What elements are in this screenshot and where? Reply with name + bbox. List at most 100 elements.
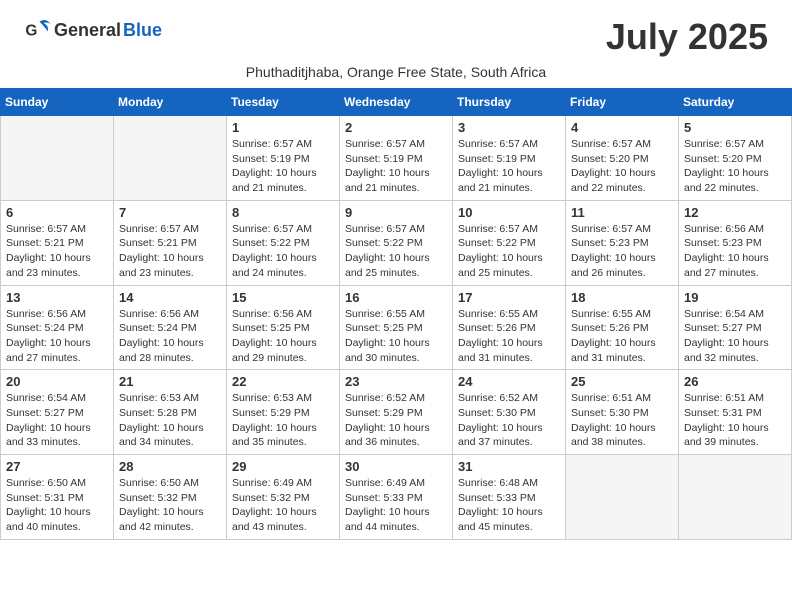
daylight-text: Daylight: 10 hours and 23 minutes. [6,251,108,280]
sunset-text: Sunset: 5:22 PM [345,236,447,251]
calendar-day-cell: 21 Sunrise: 6:53 AMSunset: 5:28 PMDayligh… [114,370,227,455]
sunrise-text: Sunrise: 6:56 AM [232,307,334,322]
daylight-text: Daylight: 10 hours and 32 minutes. [684,336,786,365]
weekday-header-row: SundayMondayTuesdayWednesdayThursdayFrid… [1,89,792,116]
calendar-day-cell: 13Sunrise: 6:56 AMSunset: 5:24 PMDayligh… [1,285,114,370]
day-number: 15 [232,290,334,305]
daylight-text: Daylight: 10 hours and 22 minutes. [571,166,673,195]
sunrise-text: Sunrise: 6:54 AM [684,307,786,322]
sunrise-text: Sunrise: 6:57 AM [119,222,221,237]
day-number: 28 [119,459,221,474]
sunrise-text: Sunrise: 6:56 AM [119,307,221,322]
daylight-text: Daylight: 10 hours and 35 minutes. [232,421,334,450]
sunrise-text: Sunrise: 6:55 AM [458,307,560,322]
sunset-text: Sunset: 5:21 PM [6,236,108,251]
sunrise-text: Sunrise: 6:51 AM [571,391,673,406]
daylight-text: Daylight: 10 hours and 27 minutes. [684,251,786,280]
daylight-text: Daylight: 10 hours and 44 minutes. [345,505,447,534]
sunset-text: Sunset: 5:32 PM [232,491,334,506]
logo-text: G GeneralBlue [24,16,162,44]
sunset-text: Sunset: 5:32 PM [119,491,221,506]
page-header: G GeneralBlue July 2025 [0,0,792,62]
calendar-day-cell [114,116,227,201]
calendar-day-cell: 26Sunrise: 6:51 AMSunset: 5:31 PMDayligh… [679,370,792,455]
daylight-text: Daylight: 10 hours and 24 minutes. [232,251,334,280]
sunset-text: Sunset: 5:23 PM [684,236,786,251]
day-number: 2 [345,120,447,135]
day-number: 25 [571,374,673,389]
day-number: 6 [6,205,108,220]
calendar-week-row: 13Sunrise: 6:56 AMSunset: 5:24 PMDayligh… [1,285,792,370]
daylight-text: Daylight: 10 hours and 34 minutes. [119,421,221,450]
calendar-day-cell: 10Sunrise: 6:57 AMSunset: 5:22 PMDayligh… [453,200,566,285]
daylight-text: Daylight: 10 hours and 26 minutes. [571,251,673,280]
day-info: Sunrise: 6:55 AMSunset: 5:26 PMDaylight:… [571,307,673,366]
sunset-text: Sunset: 5:30 PM [458,406,560,421]
day-number: 16 [345,290,447,305]
sunset-text: Sunset: 5:19 PM [232,152,334,167]
calendar-day-cell: 11Sunrise: 6:57 AMSunset: 5:23 PMDayligh… [566,200,679,285]
logo-general: General [54,20,121,41]
sunset-text: Sunset: 5:25 PM [345,321,447,336]
day-info: Sunrise: 6:57 AMSunset: 5:22 PMDaylight:… [458,222,560,281]
sunrise-text: Sunrise: 6:57 AM [458,222,560,237]
sunset-text: Sunset: 5:20 PM [684,152,786,167]
daylight-text: Daylight: 10 hours and 37 minutes. [458,421,560,450]
day-info: Sunrise: 6:52 AMSunset: 5:29 PMDaylight:… [345,391,447,450]
sunrise-text: Sunrise: 6:50 AM [119,476,221,491]
sunrise-text: Sunrise: 6:57 AM [345,137,447,152]
calendar-day-cell: 16Sunrise: 6:55 AMSunset: 5:25 PMDayligh… [340,285,453,370]
day-info: Sunrise: 6:53 AMSunset: 5:28 PMDaylight:… [119,391,221,450]
calendar-day-cell: 28 Sunrise: 6:50 AMSunset: 5:32 PMDayligh… [114,455,227,540]
sunset-text: Sunset: 5:23 PM [571,236,673,251]
calendar-day-cell: 23Sunrise: 6:52 AMSunset: 5:29 PMDayligh… [340,370,453,455]
calendar-week-row: 27Sunrise: 6:50 AMSunset: 5:31 PMDayligh… [1,455,792,540]
sunset-text: Sunset: 5:33 PM [458,491,560,506]
daylight-text: Daylight: 10 hours and 42 minutes. [119,505,221,534]
calendar-day-cell: 12Sunrise: 6:56 AMSunset: 5:23 PMDayligh… [679,200,792,285]
calendar-day-cell: 29Sunrise: 6:49 AMSunset: 5:32 PMDayligh… [227,455,340,540]
calendar-day-cell: 3Sunrise: 6:57 AMSunset: 5:19 PMDaylight… [453,116,566,201]
sunset-text: Sunset: 5:22 PM [232,236,334,251]
day-info: Sunrise: 6:56 AMSunset: 5:23 PMDaylight:… [684,222,786,281]
calendar-week-row: 6Sunrise: 6:57 AMSunset: 5:21 PMDaylight… [1,200,792,285]
day-number: 17 [458,290,560,305]
day-number: 19 [684,290,786,305]
day-number: 14 [119,290,221,305]
sunrise-text: Sunrise: 6:57 AM [684,137,786,152]
day-number: 21 [119,374,221,389]
logo-icon: G [24,16,52,44]
calendar-day-cell: 20Sunrise: 6:54 AMSunset: 5:27 PMDayligh… [1,370,114,455]
sunset-text: Sunset: 5:22 PM [458,236,560,251]
day-number: 9 [345,205,447,220]
sunrise-text: Sunrise: 6:57 AM [345,222,447,237]
day-number: 1 [232,120,334,135]
weekday-header: Tuesday [227,89,340,116]
day-info: Sunrise: 6:57 AMSunset: 5:22 PMDaylight:… [232,222,334,281]
daylight-text: Daylight: 10 hours and 33 minutes. [6,421,108,450]
logo-blue: Blue [123,20,162,41]
calendar-day-cell: 31Sunrise: 6:48 AMSunset: 5:33 PMDayligh… [453,455,566,540]
calendar-table: SundayMondayTuesdayWednesdayThursdayFrid… [0,88,792,540]
logo: G GeneralBlue [24,16,162,44]
calendar-day-cell: 5Sunrise: 6:57 AMSunset: 5:20 PMDaylight… [679,116,792,201]
calendar-day-cell: 14 Sunrise: 6:56 AMSunset: 5:24 PMDayligh… [114,285,227,370]
daylight-text: Daylight: 10 hours and 39 minutes. [684,421,786,450]
sunrise-text: Sunrise: 6:49 AM [232,476,334,491]
day-info: Sunrise: 6:55 AMSunset: 5:26 PMDaylight:… [458,307,560,366]
daylight-text: Daylight: 10 hours and 21 minutes. [232,166,334,195]
day-info: Sunrise: 6:57 AMSunset: 5:22 PMDaylight:… [345,222,447,281]
daylight-text: Daylight: 10 hours and 21 minutes. [345,166,447,195]
day-number: 20 [6,374,108,389]
sunrise-text: Sunrise: 6:52 AM [458,391,560,406]
calendar-day-cell: 15Sunrise: 6:56 AMSunset: 5:25 PMDayligh… [227,285,340,370]
sunset-text: Sunset: 5:27 PM [684,321,786,336]
day-info: Sunrise: 6:50 AMSunset: 5:32 PMDaylight:… [119,476,221,535]
svg-text:G: G [25,23,37,40]
sunset-text: Sunset: 5:29 PM [232,406,334,421]
day-number: 7 [119,205,221,220]
day-info: Sunrise: 6:56 AMSunset: 5:24 PMDaylight:… [119,307,221,366]
weekday-header: Wednesday [340,89,453,116]
day-info: Sunrise: 6:53 AMSunset: 5:29 PMDaylight:… [232,391,334,450]
sunset-text: Sunset: 5:26 PM [458,321,560,336]
